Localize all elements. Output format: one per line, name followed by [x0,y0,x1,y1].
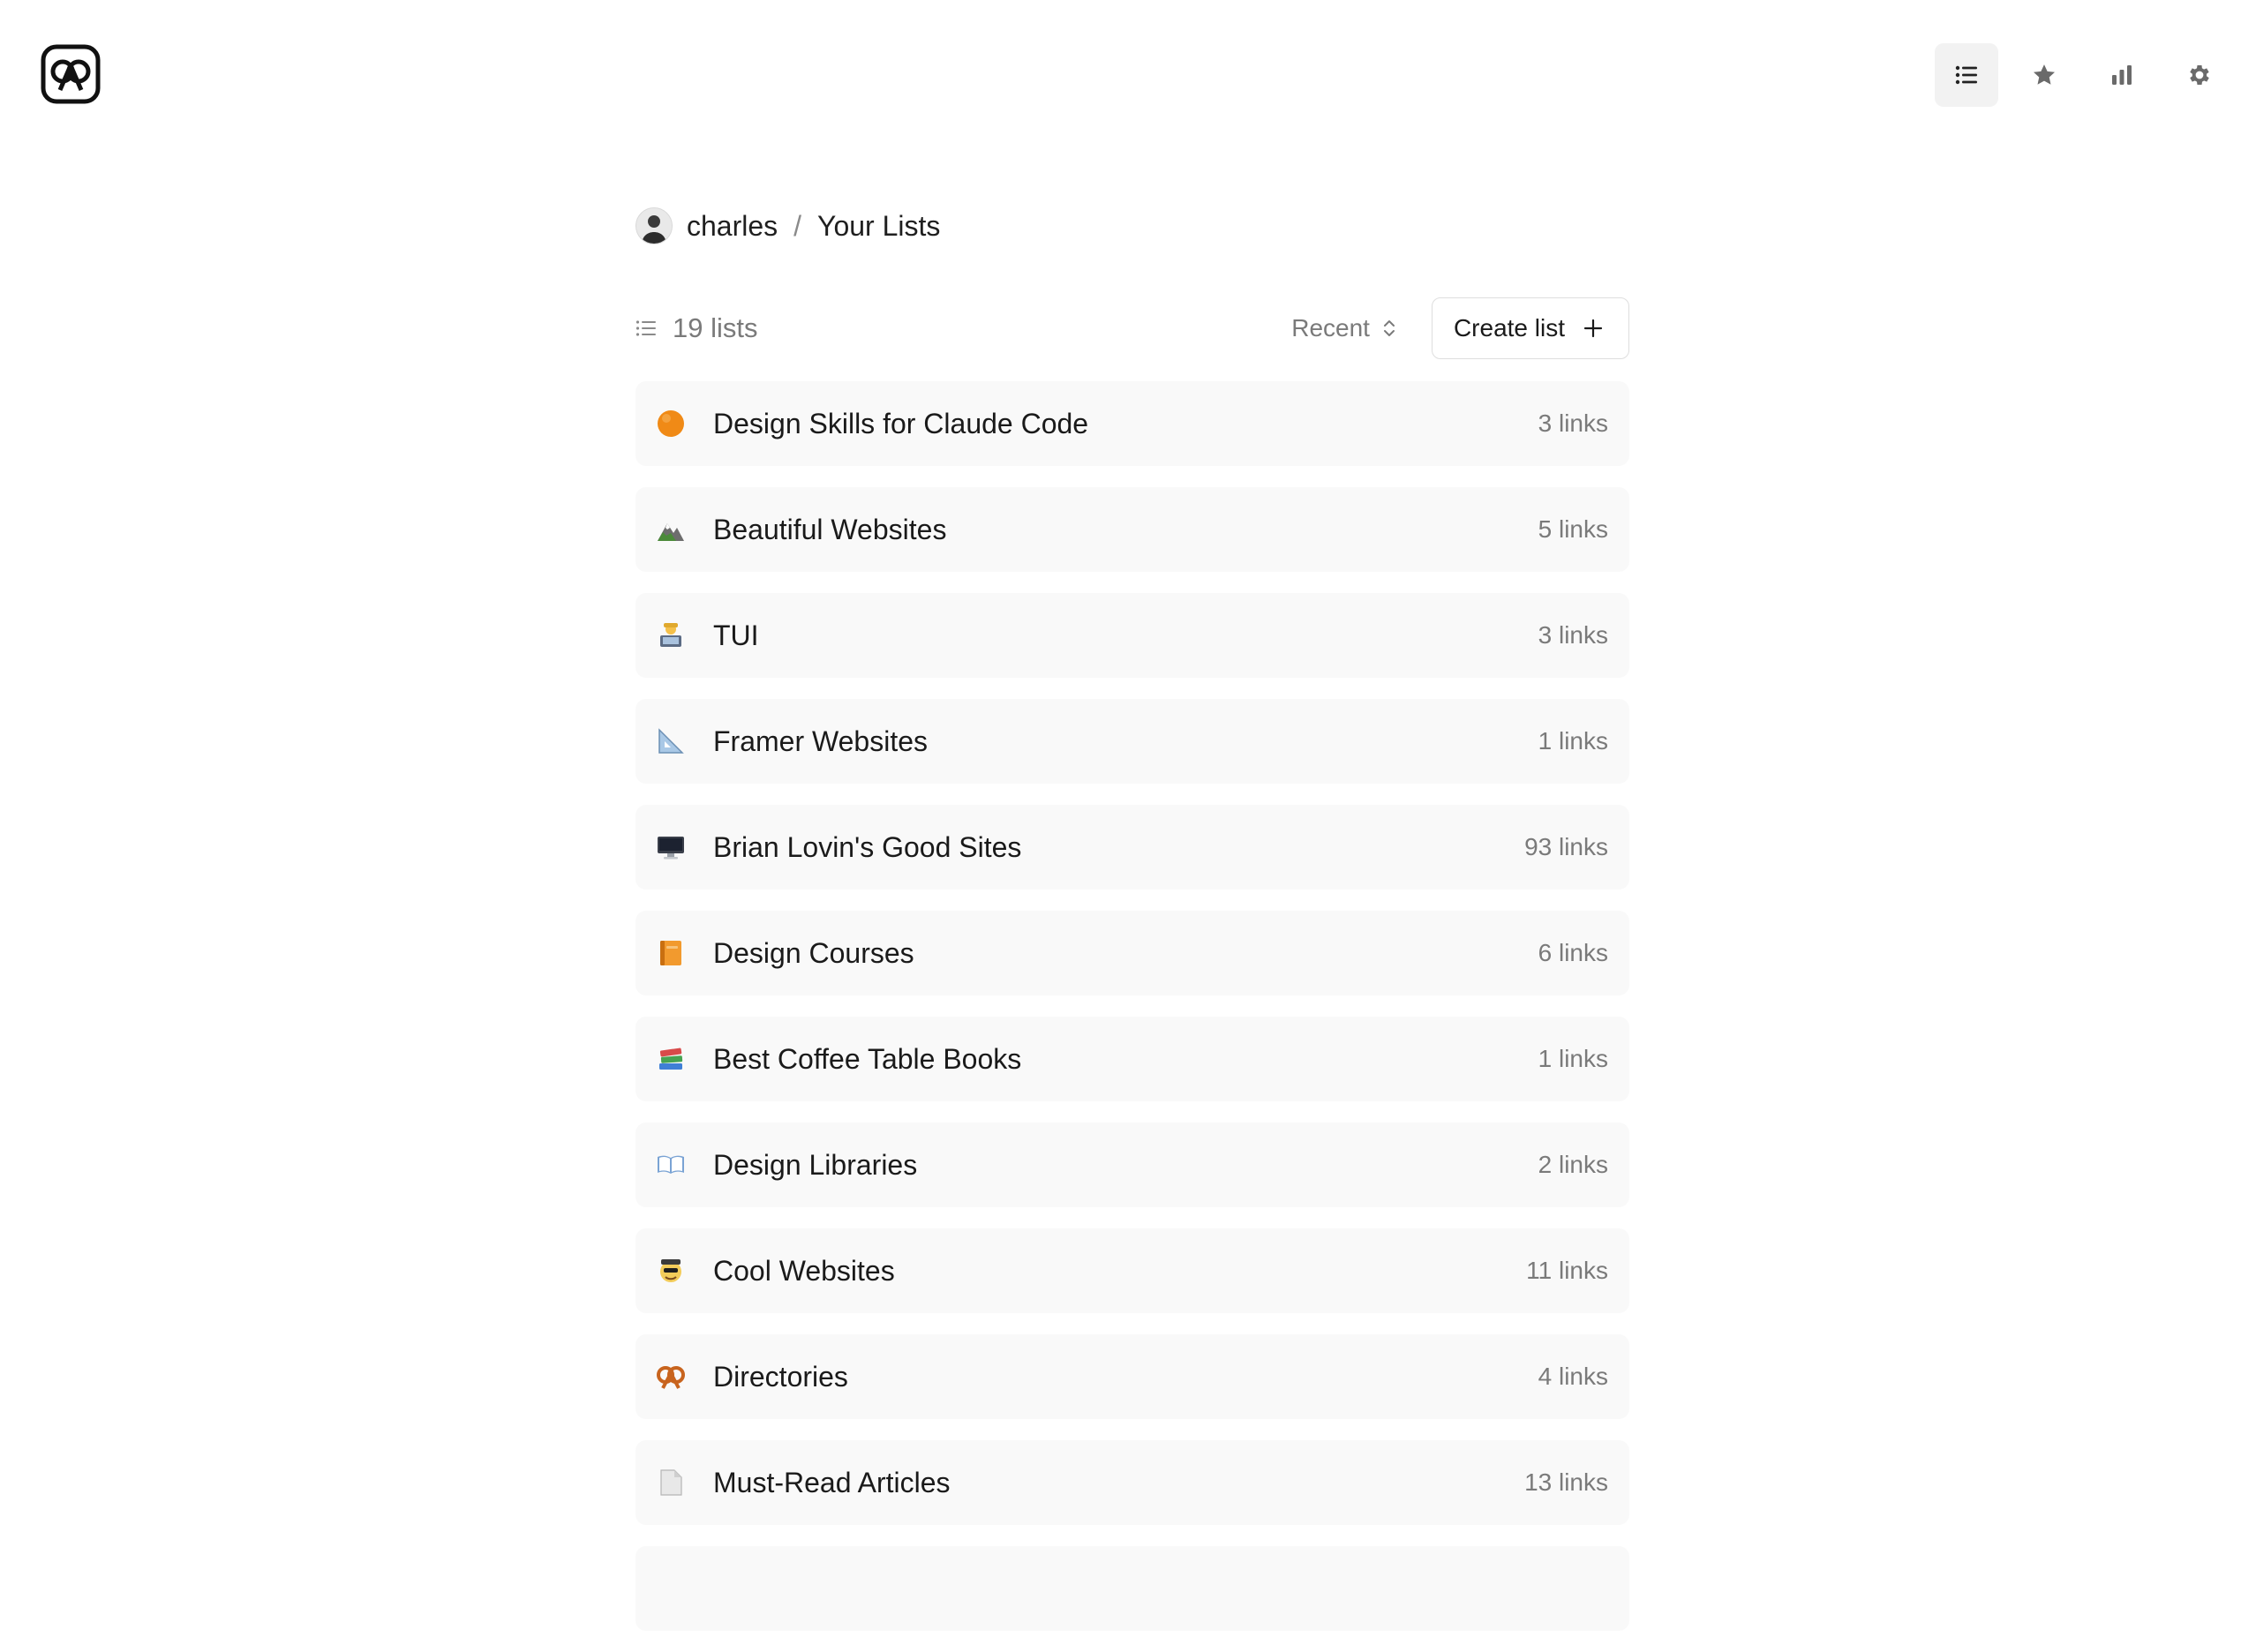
list-item[interactable]: TUI 3 links [635,593,1629,678]
breadcrumb: charles / Your Lists [635,203,1629,249]
list-link-count: 2 links [1538,1151,1608,1178]
desktop-computer-icon [655,831,687,863]
books-icon [655,1043,687,1075]
star-icon [2034,64,2055,85]
list-link-count: 1 links [1538,727,1608,755]
list-count-label: 19 lists [673,312,758,343]
list-link-count: 1 links [1538,1045,1608,1072]
list-item[interactable]: Framer Websites 1 links [635,699,1629,784]
open-book-icon [655,1149,687,1181]
list-title: Beautiful Websites [713,513,947,545]
main-content: charles / Your Lists 19 lists Recent Cre… [635,203,1629,1652]
breadcrumb-user[interactable]: charles [687,210,778,243]
lists-container: Design Skills for Claude Code 3 links Be… [635,381,1629,1631]
avatar[interactable] [635,207,673,244]
stats-nav-button[interactable] [2090,43,2154,107]
page-title: Your Lists [817,209,941,242]
bar-chart-icon [2112,65,2132,85]
list-title: TUI [713,619,759,651]
mountain-icon [655,514,687,545]
list-link-count: 11 links [1526,1257,1608,1284]
list-title: Cool Websites [713,1254,895,1287]
list-title: Directories [713,1360,848,1393]
create-list-button[interactable]: Create list [1431,297,1629,359]
list-link-count: 13 links [1524,1468,1608,1496]
lists-nav-button[interactable] [1935,43,1998,107]
breadcrumb-separator: / [793,209,802,242]
orange-circle-icon [655,408,687,439]
list-title: Framer Websites [713,725,929,757]
list-icon [635,320,656,336]
settings-nav-button[interactable] [2168,43,2231,107]
technologist-icon [655,620,687,651]
pretzel-icon [655,1361,687,1393]
disguised-face-icon [655,1255,687,1287]
list-item[interactable]: Directories 4 links [635,1334,1629,1419]
list-link-count: 5 links [1538,515,1608,543]
list-title: Design Libraries [713,1148,918,1181]
pretzel-logo-icon[interactable] [41,44,101,104]
list-link-count: 3 links [1538,409,1608,437]
sort-label: Recent [1291,314,1370,342]
favorites-nav-button[interactable] [2012,43,2076,107]
list-link-count: 6 links [1538,939,1608,966]
lists-toolbar: 19 lists Recent Create list [635,297,1629,360]
list-link-count: 3 links [1538,621,1608,649]
list-title: Must-Read Articles [713,1466,951,1498]
list-item-partial[interactable] [635,1546,1629,1631]
list-item[interactable]: Brian Lovin's Good Sites 93 links [635,805,1629,890]
chevron-up-down-icon [1383,320,1395,336]
triangular-ruler-icon [655,725,687,757]
list-count: 19 lists [635,312,757,344]
list-item[interactable]: Design Skills for Claude Code 3 links [635,381,1629,466]
plus-icon [1583,319,1603,338]
orange-book-icon [655,937,687,969]
page-icon [655,1467,687,1498]
gear-icon [2190,65,2209,85]
list-item[interactable]: Design Courses 6 links [635,911,1629,995]
list-title: Design Skills for Claude Code [713,407,1089,439]
list-title: Brian Lovin's Good Sites [713,830,1022,863]
list-title: Design Courses [713,936,914,969]
list-link-count: 93 links [1524,833,1608,860]
list-item[interactable]: Cool Websites 11 links [635,1228,1629,1313]
top-nav [1935,43,2231,107]
list-icon [1955,65,1977,85]
list-title: Best Coffee Table Books [713,1042,1022,1075]
list-item[interactable]: Must-Read Articles 13 links [635,1440,1629,1525]
list-link-count: 4 links [1538,1363,1608,1390]
list-item[interactable]: Beautiful Websites 5 links [635,487,1629,572]
sort-dropdown[interactable]: Recent [1291,314,1396,342]
list-item[interactable]: Best Coffee Table Books 1 links [635,1017,1629,1101]
list-item[interactable]: Design Libraries 2 links [635,1123,1629,1207]
create-list-label: Create list [1453,314,1565,342]
